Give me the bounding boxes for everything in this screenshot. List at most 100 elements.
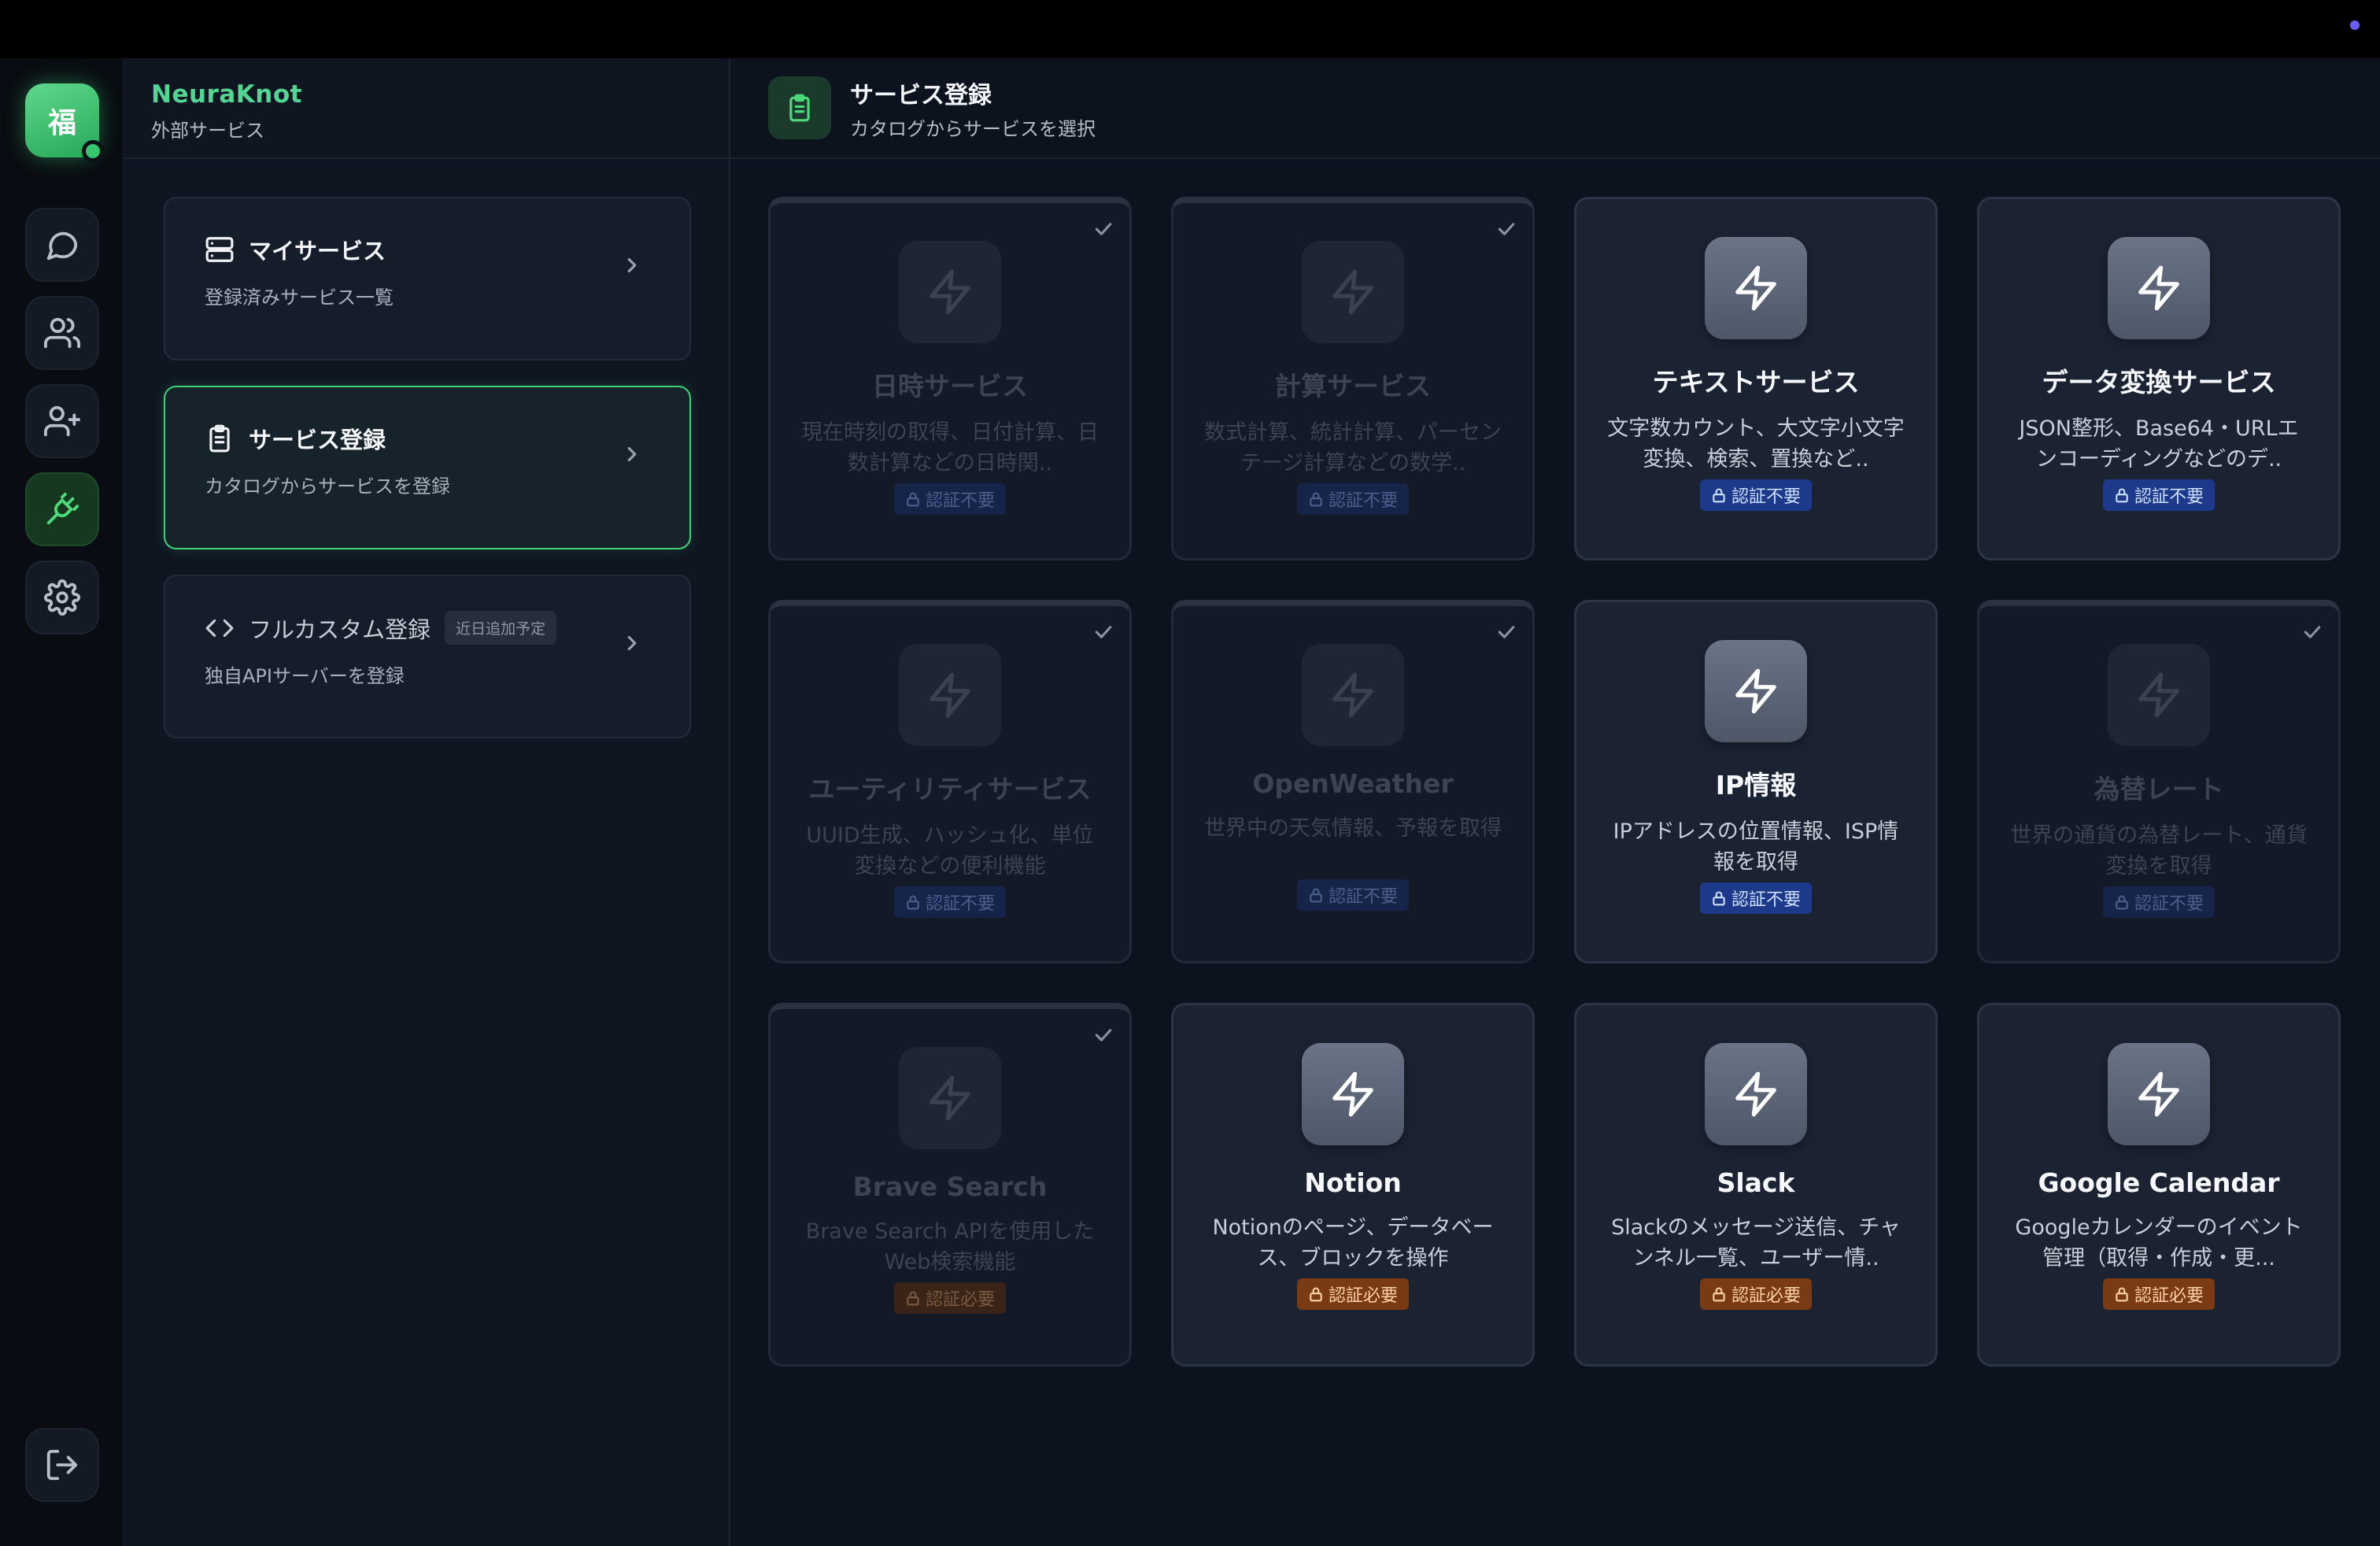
service-desc: Googleカレンダーのイベント管理（取得・作成・更... bbox=[2015, 1215, 2303, 1270]
service-card[interactable]: Brave Search Brave Search APIを使用したWeb検索機能… bbox=[768, 1003, 1132, 1367]
service-desc: Brave Search APIを使用したWeb検索機能 bbox=[805, 1219, 1095, 1274]
menu-my-services[interactable]: マイサービス 登録済みサービス一覧 bbox=[164, 197, 691, 361]
rail-add-user-button[interactable] bbox=[25, 384, 99, 458]
service-desc: 文字数カウント、大文字小文字変換、検索、置換など.. bbox=[1607, 416, 1905, 472]
online-indicator bbox=[82, 140, 104, 162]
check-icon bbox=[2304, 626, 2321, 638]
check-icon bbox=[1095, 626, 1112, 638]
chevron-right-icon bbox=[627, 446, 637, 462]
side-panel: NeuraKnot 外部サービス マイサービス 登録済みサービス一覧 サービス登… bbox=[124, 58, 730, 1546]
service-desc: JSON整形、Base64・URLエンコーディングなどのデ.. bbox=[2019, 416, 2299, 472]
lock-icon bbox=[1310, 888, 1322, 903]
rail-plug-button[interactable] bbox=[25, 472, 99, 546]
coming-soon-badge: 近日追加予定 bbox=[445, 611, 557, 645]
service-icon-box bbox=[1705, 237, 1807, 339]
check-icon bbox=[1498, 626, 1515, 638]
menu-full-custom[interactable]: フルカスタム登録 近日追加予定 独自APIサーバーを登録 bbox=[164, 575, 691, 738]
icon-rail: 福 bbox=[0, 58, 124, 1546]
logout-button[interactable] bbox=[25, 1428, 99, 1502]
service-card[interactable]: OpenWeather 世界中の天気情報、予報を取得 認証不要 bbox=[1171, 600, 1535, 963]
user-plus-icon bbox=[44, 405, 80, 437]
menu-service-register[interactable]: サービス登録 カタログからサービスを登録 bbox=[164, 386, 691, 549]
menu-desc: 独自APIサーバーを登録 bbox=[205, 665, 405, 687]
section-name: 外部サービス bbox=[151, 120, 264, 142]
gear-icon bbox=[44, 579, 80, 616]
bolt-icon bbox=[1332, 269, 1373, 315]
auth-label: 認証不要 bbox=[2134, 487, 2204, 507]
service-card[interactable]: 計算サービス 数式計算、統計計算、パーセンテージ計算などの数学.. 認証不要 bbox=[1171, 197, 1535, 560]
service-card[interactable]: IP情報 IPアドレスの位置情報、ISP情報を取得認証不要 bbox=[1574, 600, 1938, 963]
lock-icon bbox=[2116, 488, 2128, 503]
service-name: IP情報 bbox=[1715, 770, 1797, 801]
rail-settings-button[interactable] bbox=[25, 560, 99, 634]
auth-label: 認証不要 bbox=[1731, 487, 1801, 507]
avatar[interactable]: 福 bbox=[25, 83, 104, 162]
service-card[interactable]: ユーティリティサービス UUID生成、ハッシュ化、単位変換などの便利機能認証不要 bbox=[768, 600, 1132, 963]
service-grid: 日時サービス 現在時刻の取得、日付計算、日数計算などの日時関.. 認証不要 計算サービ… bbox=[768, 197, 2341, 1367]
auth-label: 認証必要 bbox=[1731, 1286, 1801, 1306]
bolt-icon bbox=[1735, 1071, 1776, 1117]
service-card[interactable]: Notion Notionのページ、データベース、ブロックを操作認証必要 bbox=[1171, 1003, 1535, 1367]
top-bar bbox=[0, 0, 2380, 58]
service-name: Google Calendar bbox=[2038, 1167, 2280, 1198]
bolt-icon bbox=[929, 672, 970, 718]
service-desc: 現在時刻の取得、日付計算、日数計算などの日時関.. bbox=[801, 420, 1099, 475]
lock-icon bbox=[2116, 895, 2128, 910]
service-name: Notion bbox=[1304, 1167, 1402, 1198]
menu-title: フルカスタム登録 bbox=[249, 616, 431, 643]
lock-icon bbox=[907, 1291, 919, 1306]
service-card[interactable]: テキストサービス 文字数カウント、大文字小文字変換、検索、置換など.. 認証不要 bbox=[1574, 197, 1938, 560]
panel-header: NeuraKnot 外部サービス bbox=[124, 58, 729, 159]
lock-icon bbox=[2116, 1287, 2128, 1302]
chat-icon bbox=[46, 231, 78, 261]
server-icon bbox=[205, 237, 234, 262]
service-icon-box bbox=[1302, 644, 1404, 746]
code-icon bbox=[205, 619, 234, 637]
service-card[interactable]: 日時サービス 現在時刻の取得、日付計算、日数計算などの日時関.. 認証不要 bbox=[768, 197, 1132, 560]
bolt-icon bbox=[929, 1075, 970, 1121]
service-card[interactable]: 為替レート世界の通貨の為替レート、通貨変換を取得認証不要 bbox=[1977, 600, 2341, 963]
auth-badge: 認証不要 bbox=[2102, 886, 2215, 918]
auth-label: 認証不要 bbox=[1731, 890, 1801, 910]
service-desc: UUID生成、ハッシュ化、単位変換などの便利機能 bbox=[806, 823, 1094, 878]
service-icon-box bbox=[2108, 237, 2210, 339]
service-desc: 世界の通貨の為替レート、通貨変換を取得 bbox=[2010, 823, 2308, 878]
bolt-icon bbox=[1332, 672, 1373, 718]
service-card[interactable]: Slack Slackのメッセージ送信、チャンネル一覧、ユーザー情.. 認証必要 bbox=[1574, 1003, 1938, 1367]
auth-label: 認証不要 bbox=[1328, 887, 1398, 907]
auth-badge: 認証不要 bbox=[893, 483, 1006, 515]
bolt-icon bbox=[929, 269, 970, 315]
main-header: サービス登録 カタログからサービスを選択 bbox=[730, 58, 2380, 159]
auth-label: 認証不要 bbox=[925, 491, 995, 511]
bolt-icon bbox=[1332, 1071, 1373, 1117]
auth-badge: 認証必要 bbox=[1296, 1278, 1409, 1310]
service-name: 計算サービス bbox=[1275, 371, 1431, 401]
rail-users-button[interactable] bbox=[25, 296, 99, 370]
lock-icon bbox=[1310, 492, 1322, 507]
auth-label: 認証不要 bbox=[925, 894, 995, 914]
service-name: データ変換サービス bbox=[2042, 367, 2276, 398]
bolt-icon bbox=[1735, 668, 1776, 714]
menu-desc: 登録済みサービス一覧 bbox=[205, 287, 394, 309]
rail-chat-button[interactable] bbox=[25, 208, 99, 282]
menu-title: マイサービス bbox=[249, 238, 386, 264]
service-icon-box bbox=[2108, 1043, 2210, 1145]
service-card[interactable]: Google Calendar Googleカレンダーのイベント管理（取得・作成・… bbox=[1977, 1003, 2341, 1367]
service-name: Brave Search bbox=[852, 1171, 1048, 1202]
service-icon-box bbox=[899, 1047, 1001, 1149]
service-name: 為替レート bbox=[2094, 774, 2224, 804]
bolt-icon bbox=[2138, 672, 2179, 718]
service-desc: Notionのページ、データベース、ブロックを操作 bbox=[1212, 1215, 1494, 1270]
avatar-char: 福 bbox=[47, 107, 76, 139]
auth-badge: 認証必要 bbox=[1699, 1278, 1812, 1310]
clipboard-icon bbox=[209, 424, 230, 453]
auth-badge: 認証不要 bbox=[1296, 483, 1409, 515]
lock-icon bbox=[1713, 891, 1725, 906]
service-name: ユーティリティサービス bbox=[808, 774, 1092, 804]
header-icon-box bbox=[768, 76, 831, 139]
auth-badge: 認証必要 bbox=[893, 1282, 1006, 1314]
service-icon-box bbox=[899, 644, 1001, 746]
service-desc: IPアドレスの位置情報、ISP情報を取得 bbox=[1613, 819, 1899, 875]
service-name: OpenWeather bbox=[1252, 768, 1454, 799]
service-card[interactable]: データ変換サービス JSON整形、Base64・URLエンコーディングなどのデ..… bbox=[1977, 197, 2341, 560]
